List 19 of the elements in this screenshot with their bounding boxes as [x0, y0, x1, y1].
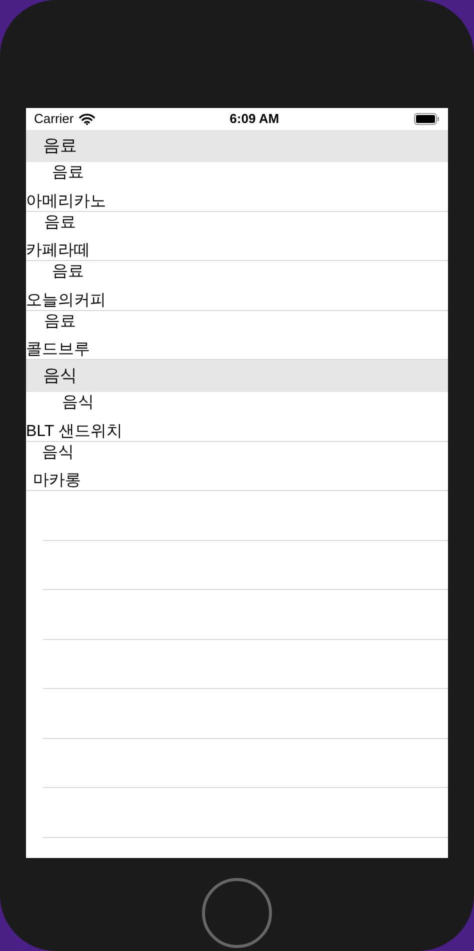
home-button[interactable]	[202, 878, 272, 948]
section-header: 음료	[26, 130, 448, 162]
wifi-icon	[78, 113, 95, 125]
item-name: 카페라떼	[26, 242, 90, 260]
category-label: 음료	[51, 263, 84, 281]
item-name: 마카롱	[32, 472, 81, 490]
section-header: 음식	[26, 360, 448, 392]
battery-icon	[414, 113, 440, 125]
carrier-label: Carrier	[34, 110, 74, 128]
category-label: 음식	[41, 444, 74, 462]
category-label: 음료	[43, 312, 76, 330]
clock: 6:09 AM	[230, 110, 280, 128]
category-label: 음식	[61, 394, 94, 412]
item-name: 아메리카노	[26, 192, 106, 210]
category-label: 음료	[51, 164, 84, 182]
item-name: BLT 샌드위치	[26, 422, 122, 440]
category-label: 음료	[43, 214, 76, 232]
item-name: 오늘의커피	[26, 292, 106, 310]
item-name: 콜드브루	[26, 341, 90, 359]
